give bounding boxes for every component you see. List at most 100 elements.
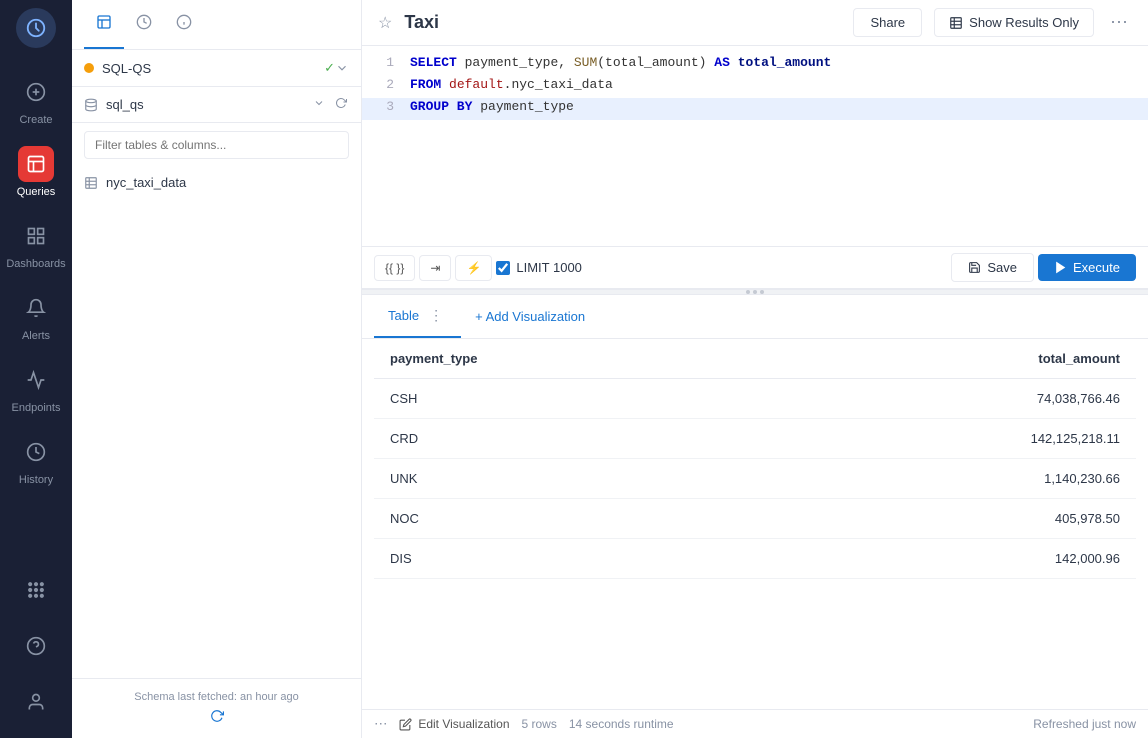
- code-line-1: 1 SELECT payment_type, SUM(total_amount)…: [362, 54, 1148, 76]
- format-btn[interactable]: {{ }}: [374, 255, 415, 281]
- table-row: CSH74,038,766.46: [374, 379, 1136, 419]
- star-icon[interactable]: ☆: [378, 13, 392, 33]
- sidebar-item-history[interactable]: History: [0, 424, 72, 496]
- datasource-connected-icon: ✓: [324, 60, 335, 76]
- save-label: Save: [987, 260, 1017, 275]
- limit-label: LIMIT 1000: [516, 260, 582, 275]
- limit-check-container: LIMIT 1000: [496, 260, 582, 275]
- alerts-icon: [18, 290, 54, 326]
- left-panel: SQL-QS ✓ sql_qs nyc_tax: [72, 0, 362, 738]
- code-content-2: FROM default.nyc_taxi_data: [410, 77, 613, 92]
- page-title: Taxi: [404, 12, 841, 33]
- tab-menu-button[interactable]: ⋮: [425, 305, 447, 326]
- cell-total_amount: 1,140,230.66: [752, 459, 1136, 499]
- rows-count: 5 rows: [522, 717, 557, 731]
- sidebar: Create Queries Dashboards Alerts: [0, 0, 72, 738]
- line-number-1: 1: [362, 55, 394, 70]
- dashboards-icon: [18, 218, 54, 254]
- sidebar-item-profile[interactable]: [0, 674, 72, 730]
- execute-button[interactable]: Execute: [1038, 254, 1136, 281]
- schema-actions: [311, 95, 349, 114]
- flash-btn[interactable]: ⚡: [455, 255, 492, 281]
- sidebar-item-alerts-label: Alerts: [22, 330, 50, 342]
- result-tab-table[interactable]: Table ⋮: [374, 295, 461, 338]
- refreshed-status: Refreshed just now: [1033, 717, 1136, 731]
- col-header-total_amount: total_amount: [752, 339, 1136, 379]
- tab-info[interactable]: [164, 0, 204, 49]
- editor-toolbar: {{ }} ⇥ ⚡ LIMIT 1000 Save Execute: [362, 246, 1148, 289]
- code-content-3: GROUP BY payment_type: [410, 99, 574, 114]
- line-number-3: 3: [362, 99, 394, 114]
- endpoints-icon: [18, 362, 54, 398]
- status-menu-button[interactable]: ⋯: [374, 716, 387, 732]
- profile-icon: [18, 684, 54, 720]
- schema-refresh-icon[interactable]: [84, 709, 349, 726]
- table-row: CRD142,125,218.11: [374, 419, 1136, 459]
- tab-history[interactable]: [124, 0, 164, 49]
- results-tabs: Table ⋮ + Add Visualization: [362, 295, 1148, 339]
- sidebar-item-queries[interactable]: Queries: [0, 136, 72, 208]
- cell-total_amount: 142,000.96: [752, 539, 1136, 579]
- schema-refresh-btn[interactable]: [333, 95, 349, 114]
- help-icon: [18, 628, 54, 664]
- cell-payment_type: CRD: [374, 419, 752, 459]
- save-button[interactable]: Save: [951, 253, 1034, 282]
- sidebar-item-create-label: Create: [19, 114, 52, 126]
- tab-schema[interactable]: [84, 0, 124, 49]
- filter-tables-input[interactable]: [84, 131, 349, 159]
- create-icon: [18, 74, 54, 110]
- schema-dropdown-btn[interactable]: [311, 95, 327, 114]
- sidebar-item-queries-label: Queries: [17, 186, 56, 198]
- add-visualization-button[interactable]: + Add Visualization: [461, 301, 599, 332]
- sidebar-item-alerts[interactable]: Alerts: [0, 280, 72, 352]
- add-viz-label: + Add Visualization: [475, 309, 585, 324]
- chevron-down-icon: [335, 61, 349, 75]
- apps-icon: [18, 572, 54, 608]
- table-grid-icon: [949, 16, 963, 30]
- share-button[interactable]: Share: [853, 8, 922, 37]
- code-line-3: 3 GROUP BY payment_type: [362, 98, 1148, 120]
- cell-payment_type: NOC: [374, 499, 752, 539]
- limit-checkbox[interactable]: [496, 261, 510, 275]
- table-icon: [84, 176, 98, 190]
- sidebar-bottom: [0, 562, 72, 730]
- table-row: NOC405,978.50: [374, 499, 1136, 539]
- edit-visualization-button[interactable]: Edit Visualization: [399, 717, 509, 731]
- editor-area: 1 SELECT payment_type, SUM(total_amount)…: [362, 46, 1148, 738]
- result-tab-table-label: Table: [388, 308, 419, 323]
- table-row: DIS142,000.96: [374, 539, 1136, 579]
- sidebar-item-endpoints[interactable]: Endpoints: [0, 352, 72, 424]
- show-results-button[interactable]: Show Results Only: [934, 8, 1094, 37]
- datasource-selector[interactable]: SQL-QS ✓: [72, 50, 361, 87]
- sidebar-item-endpoints-label: Endpoints: [12, 402, 61, 414]
- runtime: 14 seconds runtime: [569, 717, 674, 731]
- cell-payment_type: DIS: [374, 539, 752, 579]
- execute-icon: [1054, 261, 1067, 274]
- sidebar-item-dashboards[interactable]: Dashboards: [0, 208, 72, 280]
- code-editor[interactable]: 1 SELECT payment_type, SUM(total_amount)…: [362, 46, 1148, 246]
- schema-last-fetched: Schema last fetched: an hour ago: [134, 691, 299, 703]
- code-line-2: 2 FROM default.nyc_taxi_data: [362, 76, 1148, 98]
- results-table: payment_type total_amount CSH74,038,766.…: [374, 339, 1136, 579]
- results-area: Table ⋮ + Add Visualization payment_type…: [362, 295, 1148, 738]
- more-options-button[interactable]: ⋯: [1106, 8, 1132, 37]
- sidebar-item-create[interactable]: Create: [0, 64, 72, 136]
- app-logo: [16, 8, 56, 48]
- left-panel-tabs: [72, 0, 361, 50]
- edit-viz-label: Edit Visualization: [418, 717, 509, 731]
- results-table-wrap: payment_type total_amount CSH74,038,766.…: [362, 339, 1148, 709]
- show-results-label: Show Results Only: [969, 15, 1079, 30]
- sidebar-item-history-label: History: [19, 474, 53, 486]
- sidebar-item-apps[interactable]: [0, 562, 72, 618]
- cell-payment_type: UNK: [374, 459, 752, 499]
- execute-label: Execute: [1073, 260, 1120, 275]
- table-item-nyc_taxi_data[interactable]: nyc_taxi_data: [72, 167, 361, 198]
- cell-total_amount: 405,978.50: [752, 499, 1136, 539]
- sidebar-item-help[interactable]: [0, 618, 72, 674]
- sidebar-item-dashboards-label: Dashboards: [6, 258, 65, 270]
- edit-icon: [399, 718, 412, 731]
- schema-selector: sql_qs: [72, 87, 361, 123]
- cell-total_amount: 142,125,218.11: [752, 419, 1136, 459]
- code-content-1: SELECT payment_type, SUM(total_amount) A…: [410, 55, 831, 70]
- indent-btn[interactable]: ⇥: [419, 255, 451, 281]
